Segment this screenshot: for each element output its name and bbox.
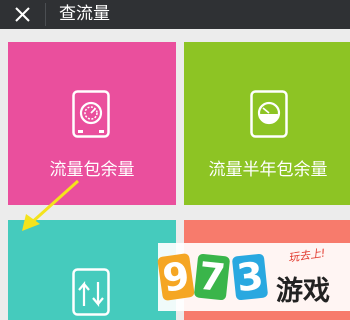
watermark-digit: 7 [193,253,231,301]
app-header: 查流量 [0,0,350,29]
transfer-arrows-icon [72,268,110,316]
yellow-pointer-arrow-icon [22,179,80,231]
tile-traffic-transfer[interactable] [8,220,176,320]
safe-icon [72,90,110,138]
watermark-text: 游戏 [276,276,330,307]
tile-label: 流量包余量 [49,160,135,180]
header-divider [45,3,46,26]
watermark-digit: 3 [231,253,269,301]
watermark-logo: 9 7 3 玩去上! 游戏 [157,243,350,311]
close-button[interactable] [12,4,32,24]
tile-half-year-package-balance[interactable]: 流量半年包余量 [184,42,350,205]
tile-label: 流量半年包余量 [208,160,328,180]
close-icon [14,6,30,22]
page-title: 查流量 [59,4,110,24]
gauge-icon [250,90,288,138]
watermark-digit: 9 [157,252,195,302]
